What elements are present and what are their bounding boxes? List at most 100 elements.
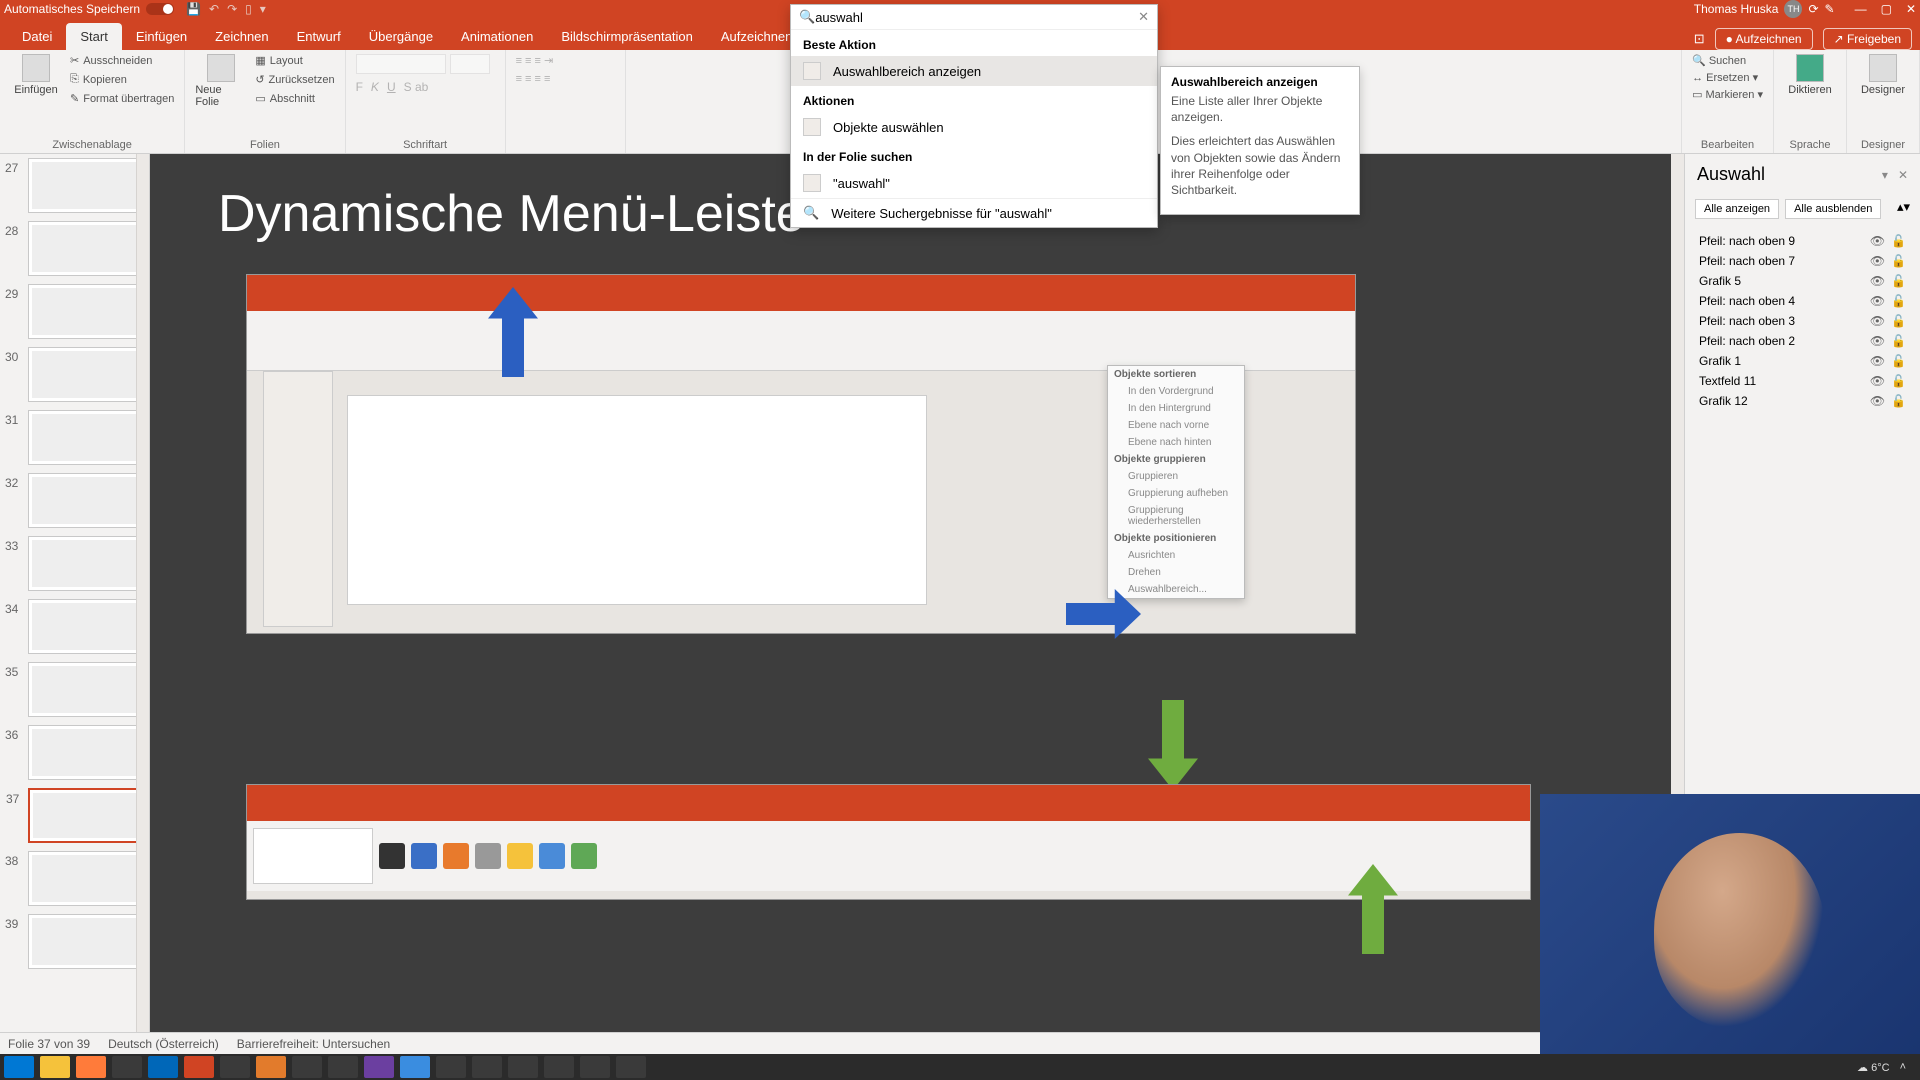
sync-icon[interactable]: ⟳ bbox=[1808, 2, 1818, 16]
slideshow-icon[interactable]: ▯ bbox=[245, 2, 252, 16]
language-button[interactable]: Deutsch (Österreich) bbox=[108, 1037, 219, 1051]
tab-praesentation[interactable]: Bildschirmpräsentation bbox=[547, 23, 707, 50]
select-button[interactable]: ▭ Markieren ▾ bbox=[1692, 88, 1763, 101]
selection-item[interactable]: Pfeil: nach oben 7👁🔓 bbox=[1685, 251, 1920, 271]
visibility-icon: 👁 bbox=[1870, 314, 1885, 328]
search-icon: 🔍 bbox=[803, 205, 819, 221]
tab-zeichnen[interactable]: Zeichnen bbox=[201, 23, 282, 50]
pen-icon[interactable]: ✎ bbox=[1825, 2, 1835, 16]
slide-canvas[interactable]: Dynamische Menü-Leiste Objekte sortieren… bbox=[150, 154, 1684, 1032]
selection-item[interactable]: Grafik 12👁🔓 bbox=[1685, 391, 1920, 411]
clear-search-icon[interactable]: ✕ bbox=[1138, 9, 1149, 25]
thumbnail-slide[interactable]: 30 bbox=[28, 347, 141, 402]
minimize-icon[interactable]: — bbox=[1855, 2, 1867, 16]
ribbon-display-icon[interactable]: ⊡ bbox=[1694, 31, 1705, 47]
close-icon[interactable]: ✕ bbox=[1906, 2, 1916, 16]
avatar-icon[interactable]: TH bbox=[1784, 0, 1802, 18]
quick-access-toolbar[interactable]: 💾 ↶ ↷ ▯ ▾ bbox=[186, 2, 266, 16]
designer-button[interactable]: Designer bbox=[1857, 54, 1909, 96]
search-result-action[interactable]: Objekte auswählen bbox=[791, 112, 1157, 142]
thumbnail-slide[interactable]: 29 bbox=[28, 284, 141, 339]
thumbnail-slide[interactable]: 38 bbox=[28, 851, 141, 906]
tab-start[interactable]: Start bbox=[66, 23, 121, 50]
taskbar-app[interactable] bbox=[256, 1056, 286, 1078]
thumbnail-slide[interactable]: 31 bbox=[28, 410, 141, 465]
thumbnail-slide[interactable]: 27 bbox=[28, 158, 141, 213]
format-painter-button[interactable]: ✎ Format übertragen bbox=[70, 92, 174, 105]
search-more-results[interactable]: 🔍Weitere Suchergebnisse für "auswahl" bbox=[791, 198, 1157, 227]
maximize-icon[interactable]: ▢ bbox=[1881, 2, 1892, 16]
thumbnail-slide[interactable]: 37 bbox=[28, 788, 141, 843]
show-all-button[interactable]: Alle anzeigen bbox=[1695, 199, 1779, 219]
taskbar-powerpoint[interactable] bbox=[184, 1056, 214, 1078]
tab-uebergaenge[interactable]: Übergänge bbox=[355, 23, 447, 50]
share-button[interactable]: ↗ Freigeben bbox=[1823, 28, 1912, 50]
taskbar-app[interactable] bbox=[400, 1056, 430, 1078]
replace-button[interactable]: ↔ Ersetzen ▾ bbox=[1692, 71, 1763, 84]
visibility-icon: 👁 bbox=[1870, 334, 1885, 348]
section-button[interactable]: ▭ Abschnitt bbox=[255, 92, 334, 105]
weather-widget[interactable]: ☁ 6°C bbox=[1857, 1061, 1890, 1074]
slide-counter[interactable]: Folie 37 von 39 bbox=[8, 1037, 90, 1051]
taskbar-app[interactable] bbox=[292, 1056, 322, 1078]
pane-dropdown-icon[interactable]: ▾ bbox=[1882, 168, 1888, 182]
accessibility-button[interactable]: Barrierefreiheit: Untersuchen bbox=[237, 1037, 390, 1051]
taskbar-app[interactable] bbox=[76, 1056, 106, 1078]
thumbnail-slide[interactable]: 28 bbox=[28, 221, 141, 276]
taskbar-app[interactable] bbox=[580, 1056, 610, 1078]
search-in-slide[interactable]: "auswahl" bbox=[791, 168, 1157, 198]
start-button[interactable] bbox=[4, 1056, 34, 1078]
taskbar-app[interactable] bbox=[616, 1056, 646, 1078]
slide-thumbnail-pane[interactable]: 27 28 29 30 31 32 33 34 35 36 37 38 39 bbox=[0, 154, 150, 1032]
redo-icon[interactable]: ↷ bbox=[227, 2, 237, 16]
record-button[interactable]: ● Aufzeichnen bbox=[1715, 28, 1813, 50]
tab-einfuegen[interactable]: Einfügen bbox=[122, 23, 201, 50]
more-icon[interactable]: ▾ bbox=[260, 2, 266, 16]
taskbar-app[interactable] bbox=[472, 1056, 502, 1078]
save-icon[interactable]: 💾 bbox=[186, 2, 201, 16]
thumbnail-slide[interactable]: 32 bbox=[28, 473, 141, 528]
selection-item[interactable]: Pfeil: nach oben 4👁🔓 bbox=[1685, 291, 1920, 311]
thumbnail-slide[interactable]: 36 bbox=[28, 725, 141, 780]
thumbnail-slide[interactable]: 34 bbox=[28, 599, 141, 654]
selection-item[interactable]: Pfeil: nach oben 3👁🔓 bbox=[1685, 311, 1920, 331]
dictate-button[interactable]: Diktieren bbox=[1784, 54, 1836, 96]
hide-all-button[interactable]: Alle ausblenden bbox=[1785, 199, 1881, 219]
new-slide-button[interactable]: Neue Folie bbox=[195, 54, 247, 108]
taskbar-app[interactable] bbox=[544, 1056, 574, 1078]
reset-button[interactable]: ↺ Zurücksetzen bbox=[255, 73, 334, 86]
undo-icon[interactable]: ↶ bbox=[209, 2, 219, 16]
thumbnail-scrollbar[interactable] bbox=[136, 154, 149, 1032]
layout-button[interactable]: ▦ Layout bbox=[255, 54, 334, 67]
tray-chevron-icon[interactable]: ˄ bbox=[1900, 1061, 1906, 1073]
selection-item[interactable]: Pfeil: nach oben 9👁🔓 bbox=[1685, 231, 1920, 251]
thumbnail-slide[interactable]: 39 bbox=[28, 914, 141, 969]
taskbar-app[interactable] bbox=[364, 1056, 394, 1078]
tab-entwurf[interactable]: Entwurf bbox=[283, 23, 355, 50]
selection-item[interactable]: Grafik 5👁🔓 bbox=[1685, 271, 1920, 291]
windows-taskbar[interactable]: ☁ 6°C ˄ bbox=[0, 1054, 1920, 1080]
tab-datei[interactable]: Datei bbox=[8, 23, 66, 50]
autosave-toggle[interactable]: Automatisches Speichern bbox=[4, 2, 174, 16]
search-input[interactable] bbox=[815, 10, 1138, 25]
tab-animationen[interactable]: Animationen bbox=[447, 23, 547, 50]
taskbar-app[interactable] bbox=[436, 1056, 466, 1078]
taskbar-app[interactable] bbox=[40, 1056, 70, 1078]
user-area[interactable]: Thomas Hruska TH ⟳ ✎ bbox=[1694, 0, 1835, 18]
copy-button[interactable]: ⎘ Kopieren bbox=[70, 73, 174, 86]
taskbar-app[interactable] bbox=[220, 1056, 250, 1078]
thumbnail-slide[interactable]: 33 bbox=[28, 536, 141, 591]
search-result-best[interactable]: Auswahlbereich anzeigen bbox=[791, 56, 1157, 86]
selection-item[interactable]: Grafik 1👁🔓 bbox=[1685, 351, 1920, 371]
taskbar-app[interactable] bbox=[328, 1056, 358, 1078]
taskbar-app[interactable] bbox=[508, 1056, 538, 1078]
selection-item[interactable]: Textfeld 11👁🔓 bbox=[1685, 371, 1920, 391]
cut-button[interactable]: ✂ Ausschneiden bbox=[70, 54, 174, 67]
paste-button[interactable]: Einfügen bbox=[10, 54, 62, 96]
selection-item[interactable]: Pfeil: nach oben 2👁🔓 bbox=[1685, 331, 1920, 351]
taskbar-app[interactable] bbox=[112, 1056, 142, 1078]
find-button[interactable]: 🔍 Suchen bbox=[1692, 54, 1763, 67]
taskbar-app[interactable] bbox=[148, 1056, 178, 1078]
thumbnail-slide[interactable]: 35 bbox=[28, 662, 141, 717]
pane-close-icon[interactable]: ✕ bbox=[1898, 168, 1908, 182]
